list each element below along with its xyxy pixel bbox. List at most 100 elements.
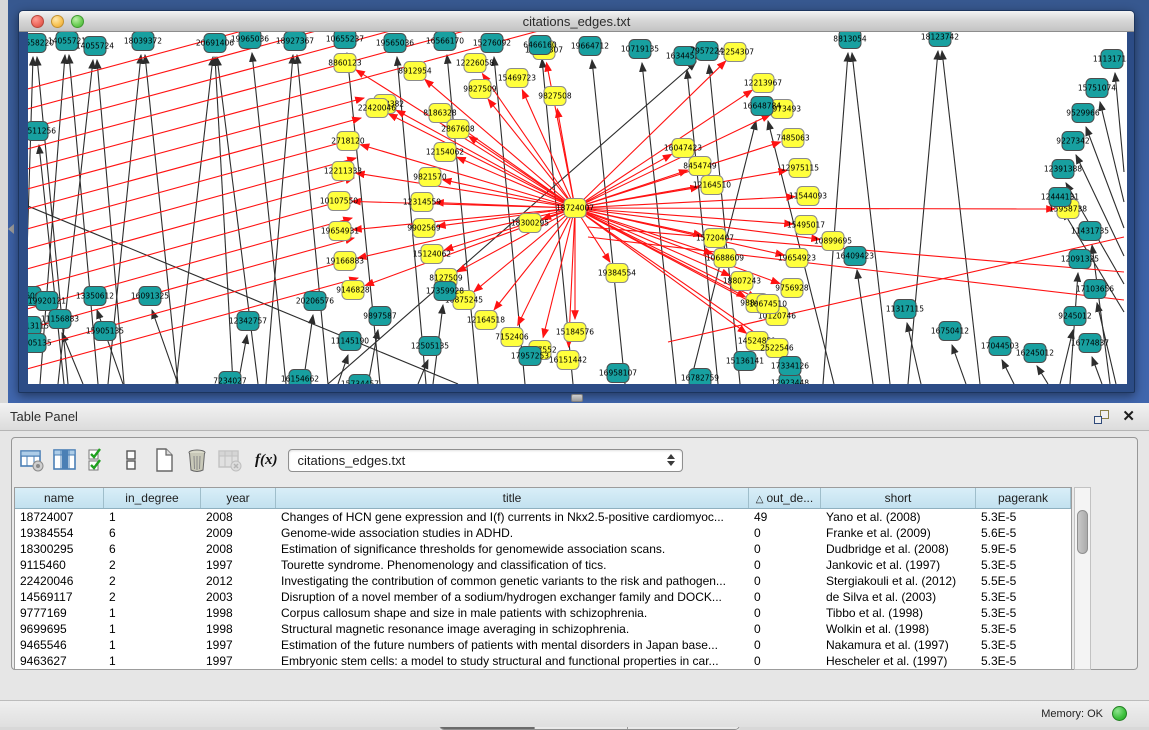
table-cell: 0 [749, 573, 821, 589]
citation-edge-red [575, 208, 1055, 209]
graph-node-label: 15495017 [787, 221, 825, 230]
float-window-icon[interactable] [1094, 410, 1109, 424]
table-cell: 19384554 [15, 525, 104, 541]
graph-node-label: 9245012 [1058, 312, 1092, 321]
function-builder-icon[interactable]: f(x) [255, 452, 278, 469]
delete-table-icon-disabled[interactable] [218, 448, 242, 472]
graph-node-label: 19965036 [231, 35, 269, 44]
network-window[interactable]: citations_edges.txt 18724007121540629821… [18, 10, 1135, 393]
citation-edge-red [28, 98, 364, 192]
table-cell: 6 [104, 525, 201, 541]
column-header-title[interactable]: title [276, 488, 749, 508]
graph-node-label: 15720407 [696, 234, 734, 243]
table-scrollbar-thumb[interactable] [1077, 510, 1088, 554]
citation-edge-black [1092, 357, 1102, 384]
table-row[interactable]: 1830029562008Estimation of significance … [15, 541, 1071, 557]
table-cell: Nakamura et al. (1997) [821, 637, 976, 653]
table-row[interactable]: 2242004622012Investigating the contribut… [15, 573, 1071, 589]
citation-edge-black [1002, 360, 1014, 384]
table-scrollbar[interactable] [1074, 487, 1091, 670]
graph-node-label: 20691406 [196, 39, 234, 48]
table-cell: Jankovic et al. (1997) [821, 557, 976, 573]
graph-node-label: 8912954 [398, 67, 432, 76]
table-cell: Tibbo et al. (1998) [821, 605, 976, 621]
graph-node-label: 9827508 [538, 92, 572, 101]
memory-status-indicator[interactable] [1112, 706, 1127, 721]
row-height-icon[interactable] [119, 448, 143, 472]
graph-node-label: 16154662 [281, 375, 319, 384]
column-header-pagerank[interactable]: pagerank [976, 488, 1071, 508]
table-row[interactable]: 946362711997Embryonic stem cells: a mode… [15, 653, 1071, 669]
graph-node-label: 17044503 [981, 342, 1019, 351]
graph-node-label: 12213967 [744, 79, 782, 88]
graph-node-label: 8813054 [833, 35, 867, 44]
network-desktop: citations_edges.txt 18724007121540629821… [8, 0, 1149, 403]
table-row[interactable]: 1938455462009Genome-wide association stu… [15, 525, 1071, 541]
graph-node-label: 10674510 [749, 300, 787, 309]
table-cell: Hescheler et al. (1997) [821, 653, 976, 669]
table-cell: 5.9E-5 [976, 541, 1071, 557]
graph-node-label: 15751074 [1078, 84, 1116, 93]
table-row[interactable]: 969969511998Structural magnetic resonanc… [15, 621, 1071, 637]
network-window-titlebar[interactable]: citations_edges.txt [19, 11, 1134, 32]
graph-node-label: 12975115 [781, 164, 819, 173]
table-cell: 2 [104, 557, 201, 573]
citation-edge-black [252, 53, 286, 384]
graph-node-label: 20511256 [28, 127, 56, 136]
table-cell: Embryonic stem cells: a model to study s… [276, 653, 749, 669]
table-cell: 9777169 [15, 605, 104, 621]
show-column-icon[interactable] [53, 448, 77, 472]
network-canvas[interactable]: 1872400712154062982157012314559990256915… [28, 32, 1127, 384]
graph-node-label: 11145190 [331, 337, 369, 346]
table-row[interactable]: 977716911998Corpus callosum shape and si… [15, 605, 1071, 621]
graph-node-label: 11431735 [1071, 227, 1109, 236]
table-cell: 0 [749, 525, 821, 541]
table-row[interactable]: 911546021997Tourette syndrome. Phenomeno… [15, 557, 1071, 573]
graph-node-label: 10655237 [326, 35, 364, 44]
table-cell: Estimation of the future numbers of pati… [276, 637, 749, 653]
new-file-icon[interactable] [152, 448, 176, 472]
table-cell: 5.5E-5 [976, 573, 1071, 589]
column-settings-icon[interactable] [20, 448, 44, 472]
table-row[interactable]: 1872400712008Changes of HCN gene express… [15, 509, 1071, 525]
dropdown-arrows-icon [667, 454, 675, 466]
table-cell: 2003 [201, 589, 276, 605]
graph-node-label: 12923448 [771, 379, 809, 385]
close-panel-icon[interactable]: ✕ [1122, 407, 1135, 425]
graph-node-label: 9227342 [1056, 137, 1090, 146]
table-cell: 5.3E-5 [976, 557, 1071, 573]
table-cell: 2 [104, 573, 201, 589]
graph-node-label: 12211333 [324, 167, 362, 176]
graph-node-label: 15734457 [341, 380, 379, 385]
column-header-short[interactable]: short [821, 488, 976, 508]
table-cell: 5.3E-5 [976, 509, 1071, 525]
column-header-name[interactable]: name [15, 488, 104, 508]
table-row[interactable]: 1456911722003Disruption of a novel membe… [15, 589, 1071, 605]
split-pane-handle[interactable] [571, 394, 583, 402]
column-header-year[interactable]: year [201, 488, 276, 508]
table-cell: 0 [749, 653, 821, 669]
table-cell: 5.3E-5 [976, 637, 1071, 653]
table-cell: 0 [749, 605, 821, 621]
table-panel: Table Panel ✕ [0, 403, 1149, 700]
table-cell: 1 [104, 621, 201, 637]
panel-collapse-arrow-icon[interactable] [8, 224, 14, 234]
table-cell: 1 [104, 653, 201, 669]
select-columns-icon[interactable] [86, 448, 110, 472]
graph-node-label: 12391388 [1044, 165, 1082, 174]
column-header-out-de-[interactable]: △out_de... [749, 488, 821, 508]
citation-edge-red [575, 115, 770, 208]
column-header-in-degree[interactable]: in_degree [104, 488, 201, 508]
table-cell: Structural magnetic resonance image aver… [276, 621, 749, 637]
table-row[interactable]: 946554611997Estimation of the future num… [15, 637, 1071, 653]
table-cell: 18300295 [15, 541, 104, 557]
table-cell: Yano et al. (2008) [821, 509, 976, 525]
table-cell: 1 [104, 637, 201, 653]
graph-node-label: 11131715 [1093, 55, 1127, 64]
graph-node-label: 7957224 [690, 47, 724, 56]
graph-node-label: 12444131 [1041, 193, 1079, 202]
graph-node-label: 16648784 [743, 102, 781, 111]
graph-node-label: 12226058 [456, 59, 494, 68]
table-selector-dropdown[interactable]: citations_edges.txt [288, 449, 683, 472]
delete-trash-icon[interactable] [185, 448, 209, 472]
